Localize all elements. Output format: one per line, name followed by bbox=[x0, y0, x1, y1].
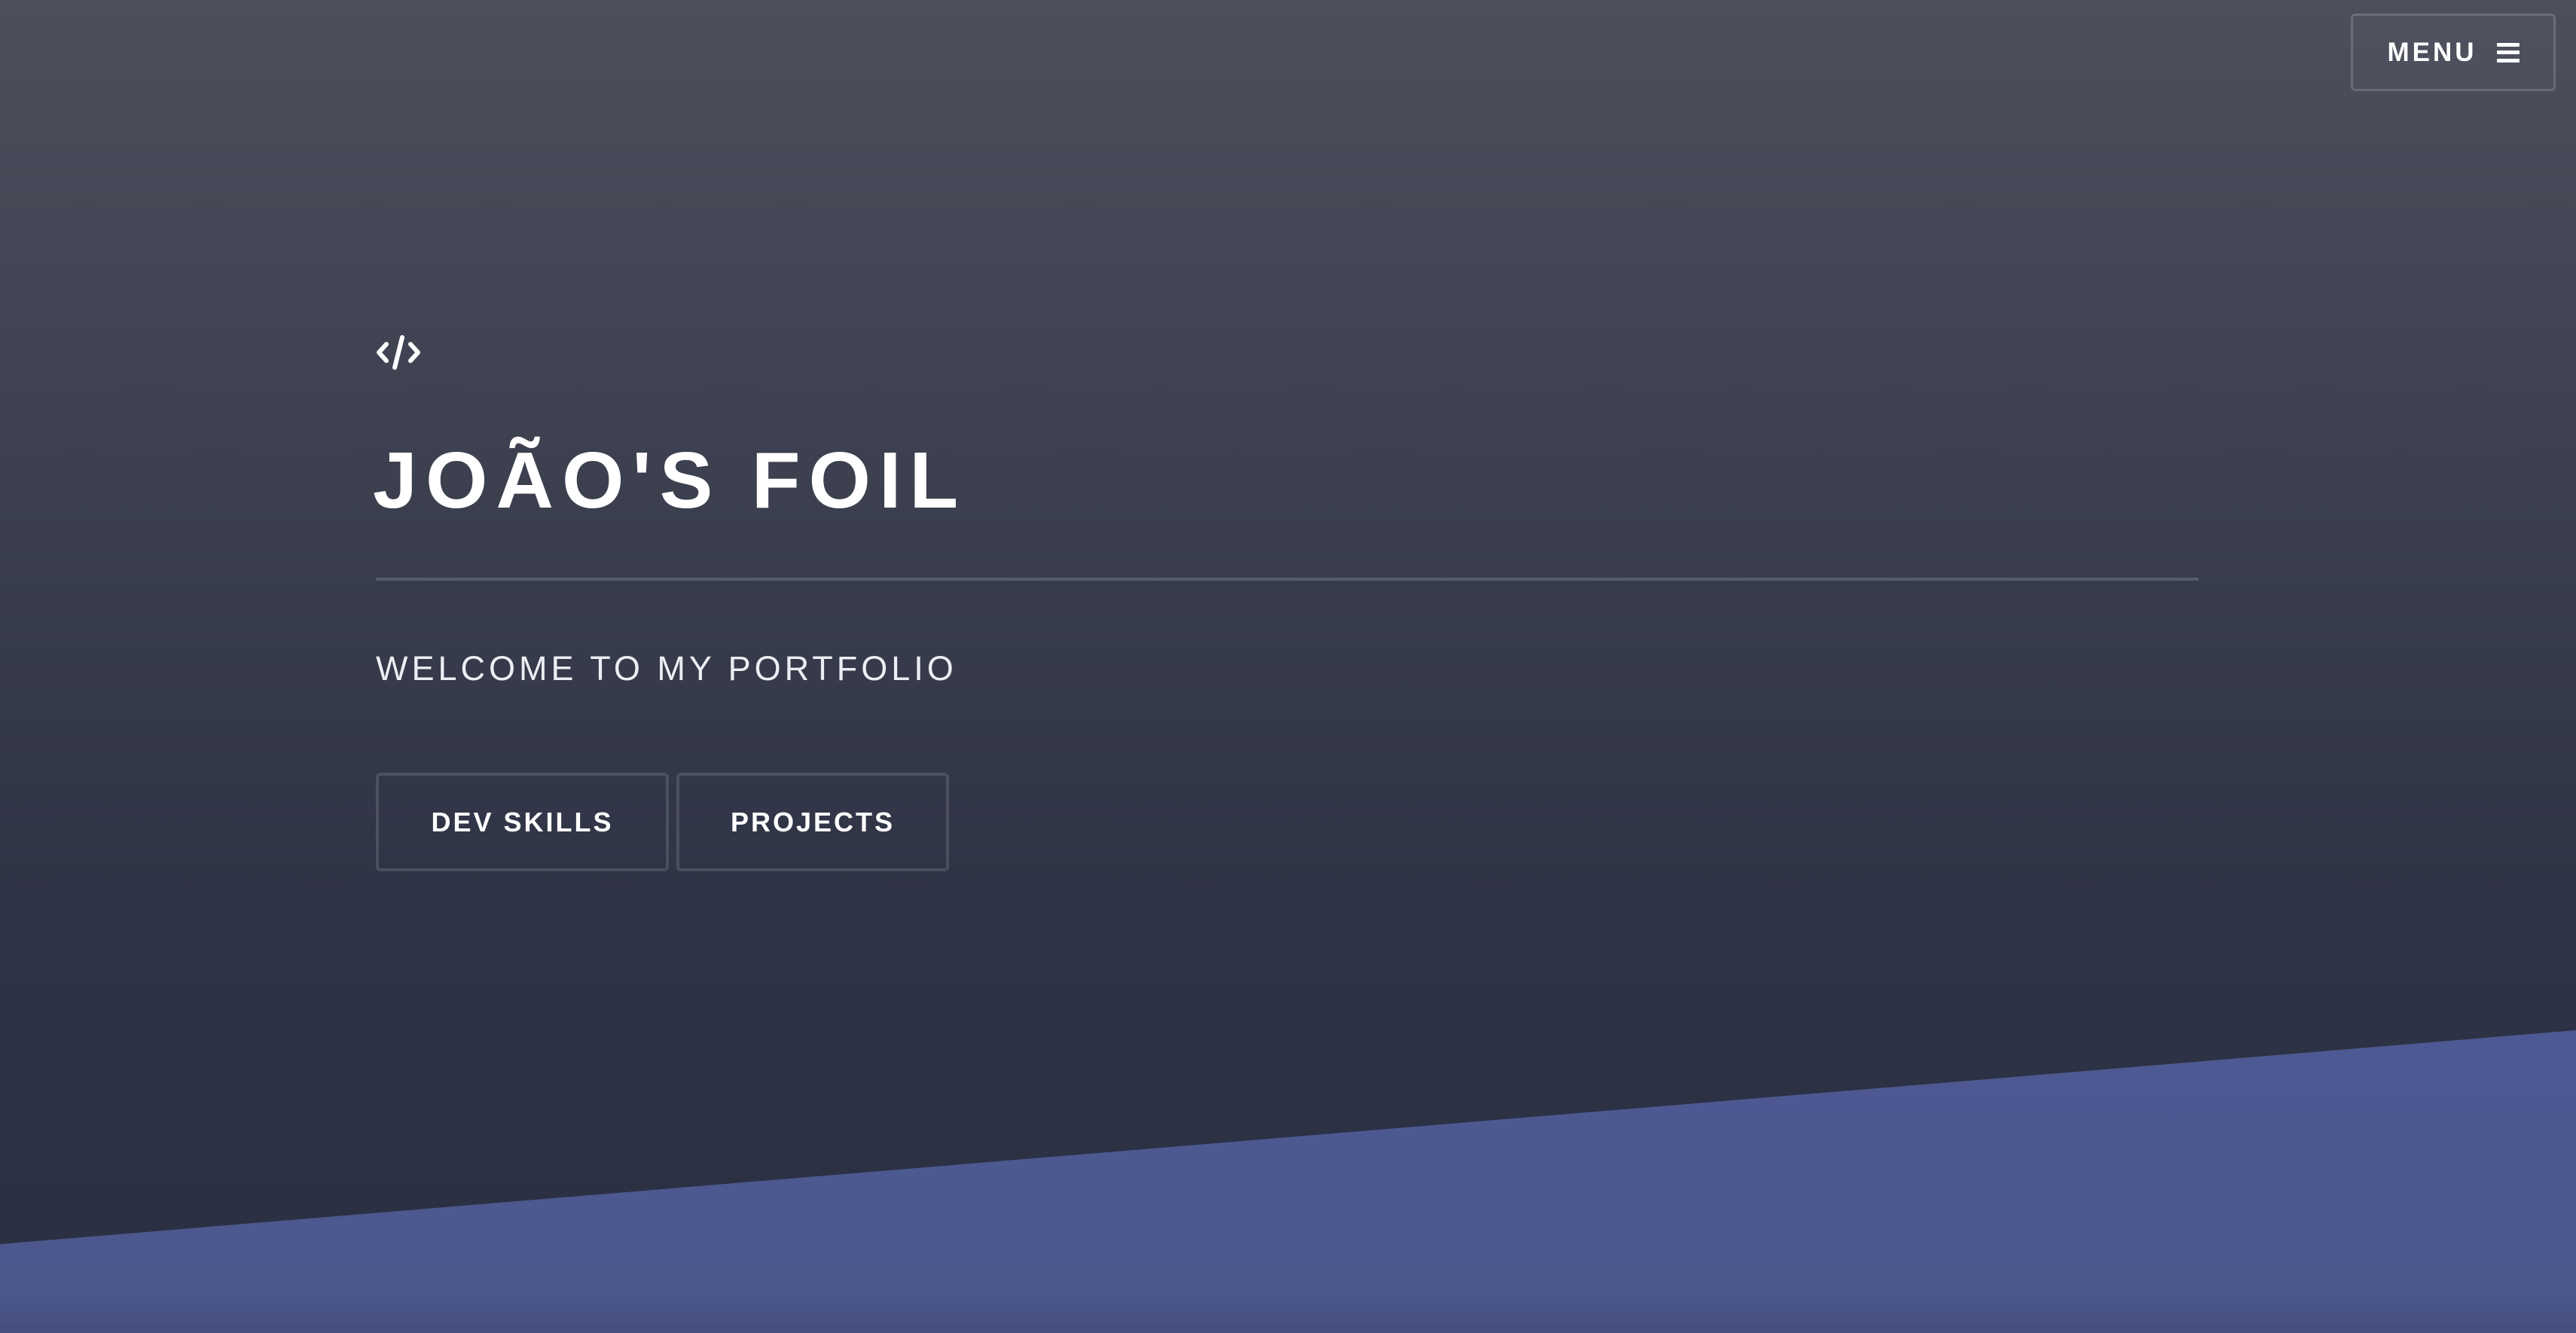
hero-actions: DEV SKILLS PROJECTS bbox=[376, 773, 949, 871]
menu-label: MENU bbox=[2387, 37, 2477, 67]
projects-button[interactable]: PROJECTS bbox=[676, 773, 949, 871]
page: MENU JOÃO'S FOIL WELCOME TO MY PORTFOLIO… bbox=[0, 0, 2576, 1333]
site-subtitle: WELCOME TO MY PORTFOLIO bbox=[376, 649, 957, 688]
hero-section: JOÃO'S FOIL WELCOME TO MY PORTFOLIO DEV … bbox=[373, 335, 2199, 871]
hamburger-icon bbox=[2496, 42, 2520, 63]
title-divider bbox=[376, 578, 2199, 581]
site-title: JOÃO'S FOIL bbox=[373, 436, 967, 525]
dev-skills-button[interactable]: DEV SKILLS bbox=[376, 773, 669, 871]
menu-button[interactable]: MENU bbox=[2351, 14, 2556, 91]
code-icon bbox=[377, 335, 420, 370]
